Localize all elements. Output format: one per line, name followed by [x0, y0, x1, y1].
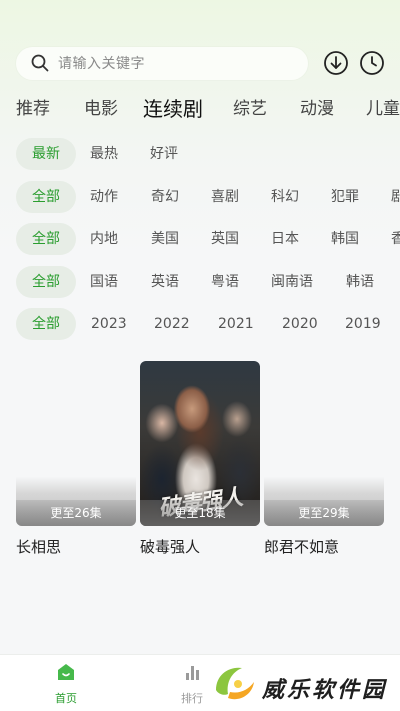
tab-movie[interactable]: 电影	[84, 92, 118, 126]
filter-chip[interactable]: 最热	[90, 138, 118, 170]
history-icon[interactable]	[359, 50, 385, 76]
filter-chip[interactable]: 2021	[218, 308, 254, 340]
watermark-logo-icon	[212, 664, 256, 708]
ranking-icon	[181, 666, 203, 687]
tab-anime[interactable]: 动漫	[300, 92, 334, 126]
region-filter-row: 全部 内地 美国 英国 日本 韩国 香	[0, 223, 400, 255]
tab-series[interactable]: 连续剧	[143, 92, 203, 126]
filter-chip[interactable]: 韩语	[346, 266, 374, 298]
nav-label: 首页	[55, 692, 77, 705]
tab-kids[interactable]: 儿童	[366, 92, 400, 126]
filter-chip[interactable]: 好评	[150, 138, 178, 170]
episode-badge: 更至18集	[140, 500, 260, 526]
filter-chip[interactable]: 动作	[90, 181, 118, 213]
filter-chip[interactable]: 美国	[151, 223, 179, 255]
video-card[interactable]: 更至26集 长相思	[16, 361, 136, 557]
tab-recommend[interactable]: 推荐	[16, 92, 50, 126]
video-card[interactable]: 破毒强人 更至18集 破毒强人	[140, 361, 260, 557]
home-icon	[55, 664, 77, 687]
filter-chip[interactable]: 最新	[16, 138, 76, 170]
sort-filter-row: 最新 最热 好评	[0, 138, 400, 170]
filter-chip[interactable]: 日本	[271, 223, 299, 255]
year-filter-row: 全部 2023 2022 2021 2020 2019	[0, 308, 400, 340]
filter-chip[interactable]: 全部	[16, 223, 76, 255]
genre-filter-row: 全部 动作 奇幻 喜剧 科幻 犯罪 剧	[0, 181, 400, 213]
poster: 更至29集	[264, 361, 384, 526]
tab-variety[interactable]: 综艺	[233, 92, 267, 126]
filter-chip[interactable]: 英国	[211, 223, 239, 255]
card-title: 郎君不如意	[264, 538, 340, 556]
filter-chip[interactable]: 2019	[345, 308, 381, 340]
filter-chip[interactable]: 全部	[16, 181, 76, 213]
search-row: 请输入关键字	[16, 46, 386, 80]
filter-chip[interactable]: 2020	[282, 308, 318, 340]
episode-badge: 更至29集	[264, 500, 384, 526]
filter-chip[interactable]: 国语	[90, 266, 118, 298]
poster: 更至26集	[16, 361, 136, 526]
search-icon	[30, 53, 50, 73]
filter-chip[interactable]: 粤语	[211, 266, 239, 298]
filter-chip[interactable]: 科幻	[271, 181, 299, 213]
filter-chip[interactable]: 犯罪	[331, 181, 359, 213]
card-title: 长相思	[16, 538, 62, 556]
nav-item-home[interactable]: 首页	[36, 661, 96, 706]
filter-chip[interactable]: 全部	[16, 308, 76, 340]
filter-chip[interactable]: 奇幻	[151, 181, 179, 213]
filter-chip[interactable]: 韩国	[331, 223, 359, 255]
poster: 破毒强人 更至18集	[140, 361, 260, 526]
video-card[interactable]: 更至29集 郎君不如意	[264, 361, 384, 557]
language-filter-row: 全部 国语 英语 粤语 闽南语 韩语	[0, 266, 400, 298]
watermark-text: 威乐软件园	[262, 677, 388, 703]
filter-chip[interactable]: 剧	[391, 181, 400, 213]
filter-chip[interactable]: 内地	[90, 223, 118, 255]
search-input[interactable]: 请输入关键字	[16, 46, 308, 80]
filter-chip[interactable]: 香	[391, 223, 400, 255]
card-title: 破毒强人	[140, 538, 201, 556]
episode-badge: 更至26集	[16, 500, 136, 526]
filter-chip[interactable]: 闽南语	[271, 266, 313, 298]
watermark: 威乐软件园	[206, 658, 400, 711]
search-placeholder: 请输入关键字	[58, 56, 145, 72]
filter-chip[interactable]: 全部	[16, 266, 76, 298]
filter-chip[interactable]: 喜剧	[211, 181, 239, 213]
download-icon[interactable]	[323, 50, 349, 76]
filter-chip[interactable]: 2022	[154, 308, 190, 340]
filter-chip[interactable]: 英语	[151, 266, 179, 298]
category-tabs: 推荐 电影 连续剧 综艺 动漫 儿童	[0, 92, 400, 126]
filter-chip[interactable]: 2023	[91, 308, 127, 340]
